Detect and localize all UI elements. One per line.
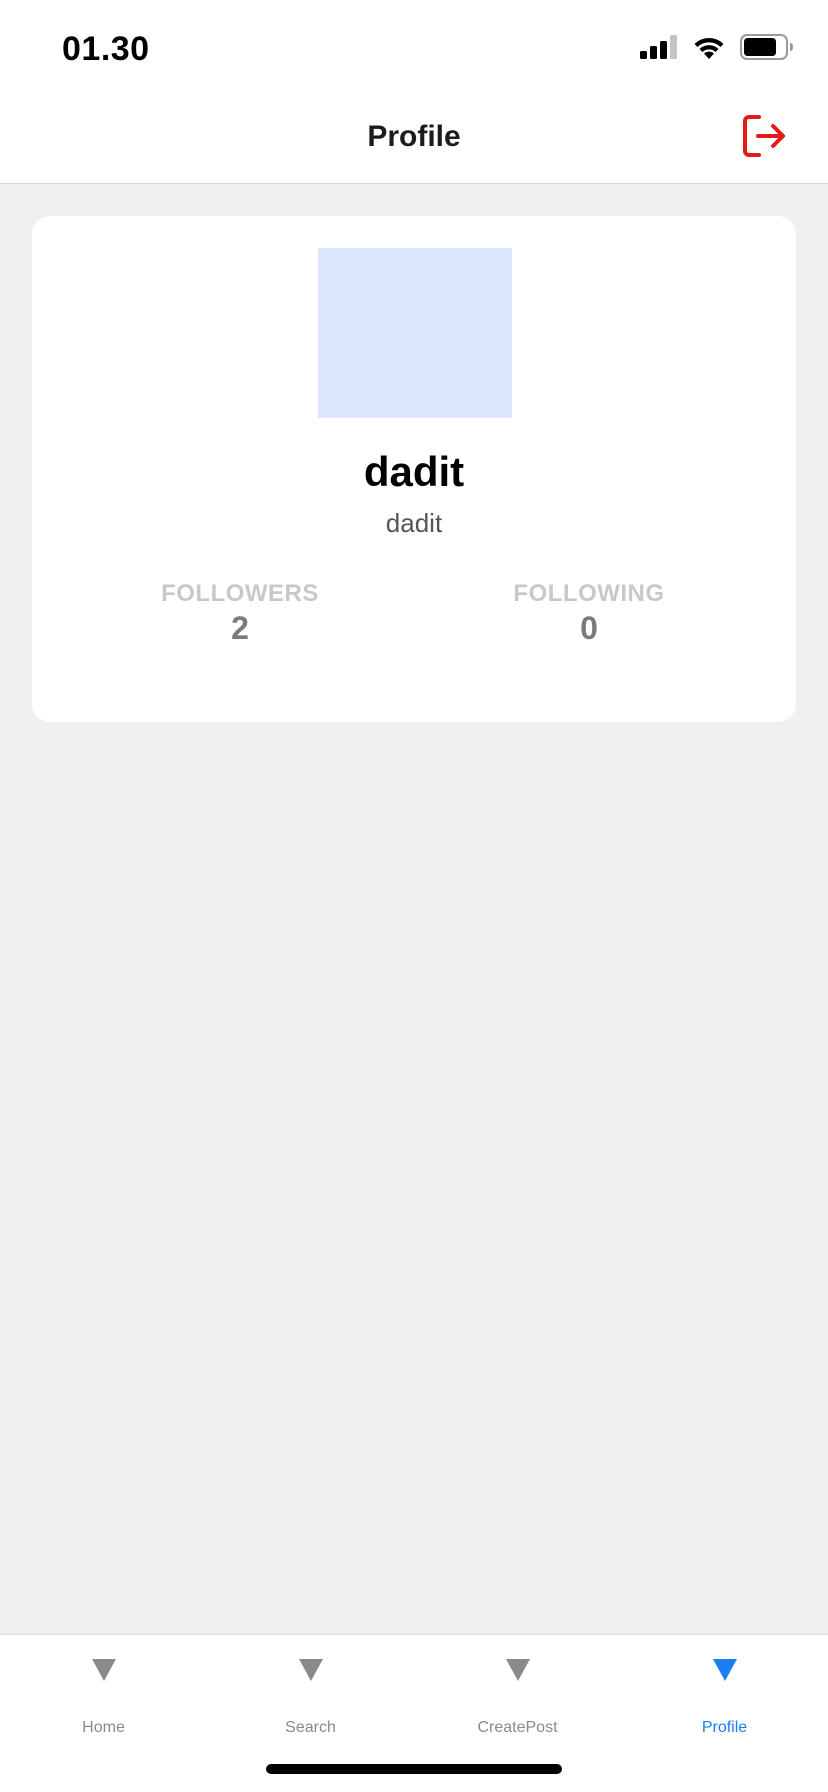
tab-createpost-icon (505, 1659, 530, 1681)
cellular-signal-icon (640, 34, 678, 64)
following-count: 0 (580, 610, 598, 646)
tab-home-icon (91, 1659, 116, 1681)
following-stat[interactable]: FOLLOWING 0 (469, 580, 709, 647)
tab-profile-icon (712, 1659, 737, 1681)
tab-profile-label: Profile (701, 1719, 748, 1736)
tab-home-label: Home (82, 1719, 125, 1736)
status-time: 01.30 (62, 30, 150, 68)
profile-card: dadit dadit FOLLOWERS 2 FOLLOWING 0 (32, 216, 796, 722)
tab-profile[interactable]: Profile (621, 1635, 828, 1745)
tab-createpost-label: CreatePost (477, 1719, 558, 1736)
profile-screen: 01.30 Profile dadit dadit FOLLOWERS 2 FO… (0, 0, 828, 1792)
status-icons (640, 33, 794, 65)
nav-header: Profile (0, 100, 828, 184)
battery-icon (740, 33, 794, 65)
page-title: Profile (367, 120, 461, 153)
tab-search-label: Search (285, 1719, 336, 1736)
tab-search[interactable]: Search (207, 1635, 414, 1745)
tab-search-icon (298, 1659, 323, 1681)
profile-username: dadit (385, 508, 443, 538)
logout-button[interactable] (740, 114, 788, 162)
followers-count: 2 (231, 610, 249, 646)
logout-icon (741, 113, 787, 164)
following-label: FOLLOWING (513, 580, 665, 607)
avatar (318, 248, 512, 418)
tab-createpost[interactable]: CreatePost (414, 1635, 621, 1745)
home-indicator (266, 1764, 562, 1774)
wifi-icon (692, 34, 726, 65)
followers-stat[interactable]: FOLLOWERS 2 (120, 580, 360, 647)
status-bar: 01.30 (0, 0, 828, 100)
tab-home[interactable]: Home (0, 1635, 207, 1745)
profile-display-name: dadit (363, 448, 465, 495)
followers-label: FOLLOWERS (161, 580, 319, 607)
